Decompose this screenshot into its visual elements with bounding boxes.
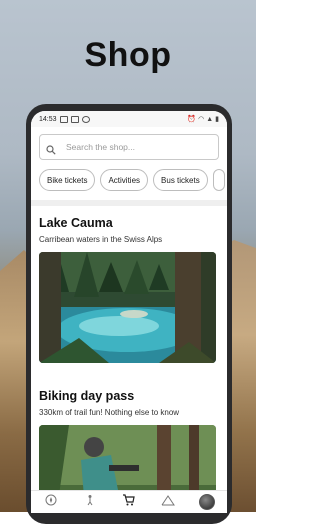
nav-explore[interactable] — [41, 492, 61, 512]
compass-icon — [45, 493, 57, 511]
card-title: Lake Cauma — [39, 216, 113, 230]
card-title: Biking day pass — [39, 389, 135, 403]
nav-activities[interactable] — [80, 492, 100, 512]
profile-avatar — [199, 494, 216, 510]
chip-more[interactable] — [212, 169, 225, 191]
signal-icon: ▲ — [206, 115, 214, 123]
notification-icon — [59, 115, 68, 123]
battery-icon: ▮ — [215, 116, 219, 123]
chip-bike-tickets[interactable]: Bike tickets — [39, 169, 96, 191]
lake-photo[interactable] — [39, 252, 216, 363]
status-bar: 14:53 ⏰ ◠ ▲ ▮ — [31, 111, 227, 127]
category-chips: Bike tickets Activities Bus tickets — [39, 169, 227, 191]
product-card-lake-cauma[interactable]: Lake Cauma Carribean waters in the Swiss… — [31, 206, 227, 363]
card-subtitle: 330km of trail fun! Nothing else to know — [39, 408, 180, 417]
search-input[interactable] — [64, 141, 208, 153]
search-icon — [46, 142, 56, 155]
nav-profile[interactable] — [197, 492, 217, 512]
hiker-icon — [84, 493, 96, 511]
app-icon — [81, 115, 90, 123]
bottom-navigation — [31, 490, 227, 513]
nav-shop[interactable] — [119, 492, 139, 512]
status-time: 14:53 — [39, 115, 57, 123]
youtube-icon — [70, 115, 79, 123]
wifi-icon: ◠ — [198, 116, 205, 123]
mountain-icon — [161, 493, 176, 511]
chip-bus-tickets[interactable]: Bus tickets — [153, 169, 208, 191]
chip-activities[interactable]: Activities — [100, 169, 149, 191]
page-headline: Shop — [84, 36, 172, 74]
cart-icon — [122, 493, 136, 511]
phone-screen: 14:53 ⏰ ◠ ▲ ▮ Bike tickets Activities Bu… — [31, 111, 227, 512]
alarm-icon: ⏰ — [187, 116, 197, 123]
search-bar[interactable] — [39, 134, 219, 160]
nav-mountains[interactable] — [158, 492, 178, 512]
card-subtitle: Carribean waters in the Swiss Alps — [39, 235, 163, 244]
